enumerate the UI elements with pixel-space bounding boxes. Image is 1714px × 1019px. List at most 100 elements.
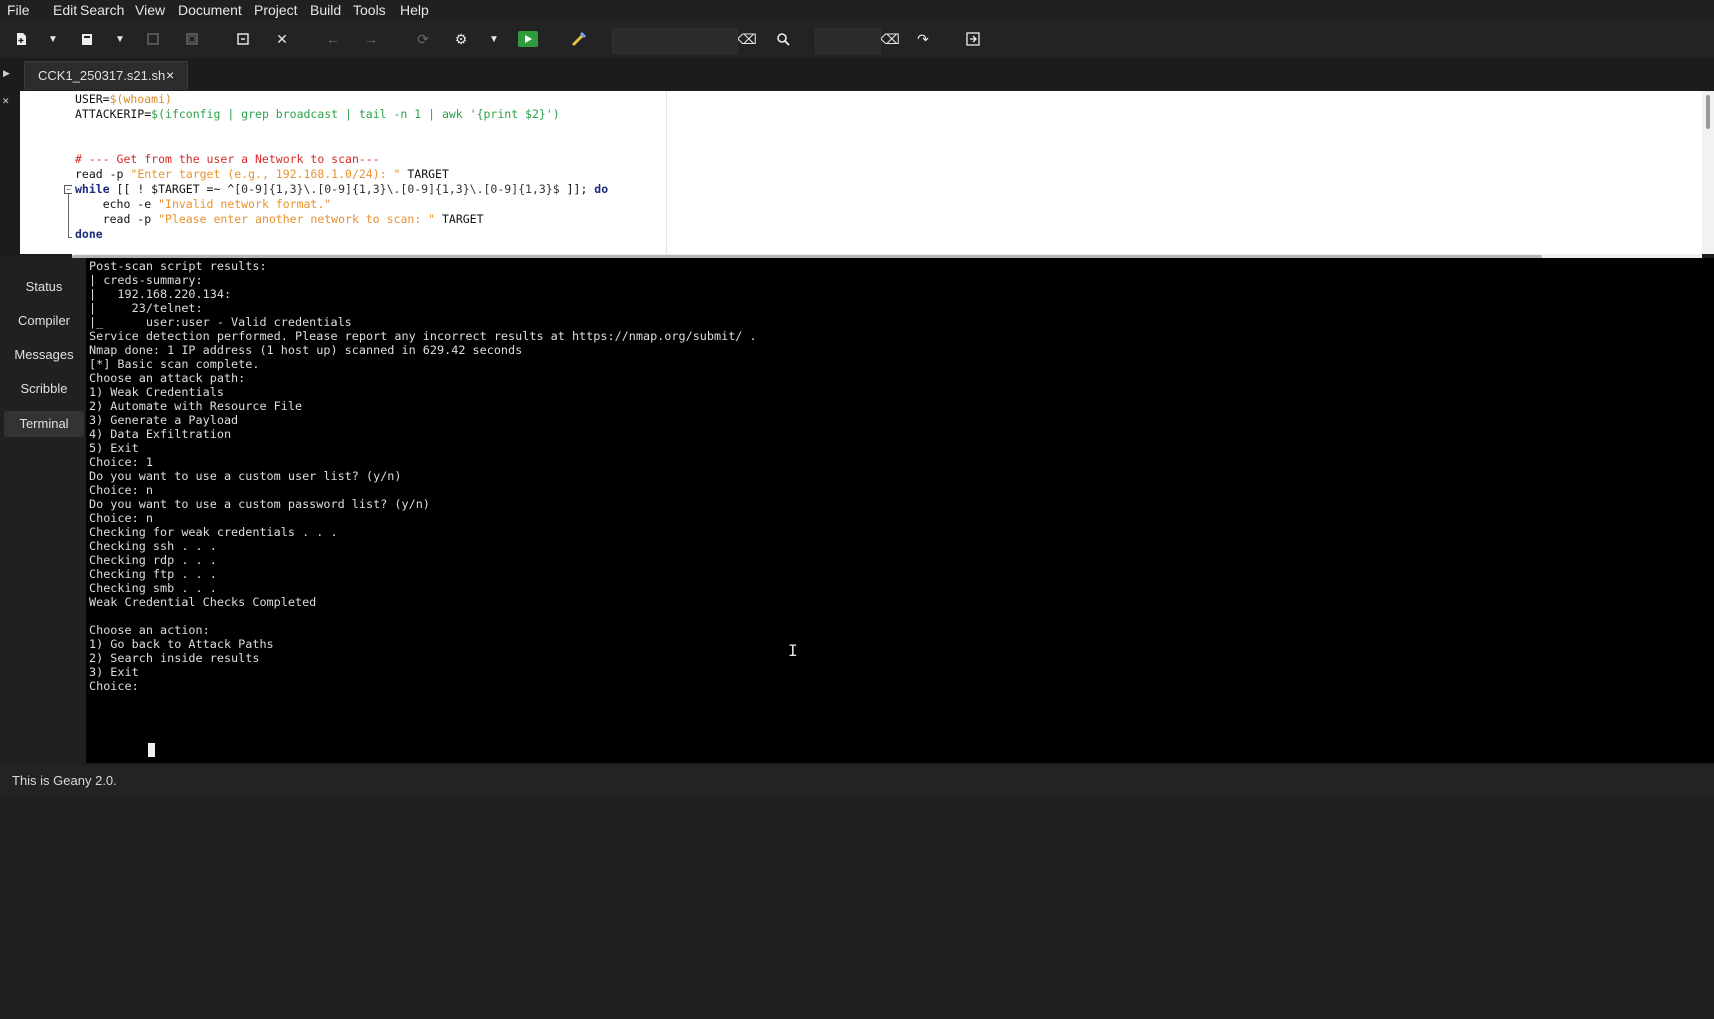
menu-edit[interactable]: Edit	[53, 2, 77, 18]
code-token: [0-9]{1,3}\.[0-9]{1,3}\.[0-9]{1,3}\.[0-9…	[234, 182, 560, 196]
terminal-line: Choose an attack path:	[89, 371, 246, 385]
chevron-down-icon[interactable]: ▼	[487, 28, 501, 50]
message-window-tabs: Status Compiler Messages Scribble Termin…	[0, 258, 86, 763]
terminal-line: 5) Exit	[89, 441, 139, 455]
menu-help[interactable]: Help	[400, 2, 429, 18]
gear-icon[interactable]: ⚙	[450, 28, 472, 50]
terminal-line: Choice: 1	[89, 455, 153, 469]
code-token: ATTACKERIP=	[75, 107, 152, 121]
tab-compiler[interactable]: Compiler	[4, 308, 84, 334]
close-icon[interactable]: ✕	[271, 28, 293, 50]
terminal-line: Service detection performed. Please repo…	[89, 329, 757, 343]
editor-vertical-scrollbar[interactable]	[1702, 91, 1714, 254]
menu-file[interactable]: File	[7, 2, 30, 18]
code-token: read -p	[75, 167, 131, 181]
terminal-line: | 23/telnet:	[89, 301, 203, 315]
menu-view[interactable]: View	[135, 2, 165, 18]
code-line: echo -e "Invalid network format."	[75, 197, 332, 211]
terminal-line: |_ user:user - Valid credentials	[89, 315, 352, 329]
tab-terminal[interactable]: Terminal	[4, 411, 84, 437]
arrow-right-icon[interactable]: →	[360, 28, 382, 50]
code-token: USER=	[75, 92, 110, 106]
terminal-line: Checking rdp . . .	[89, 553, 217, 567]
long-line-marker	[666, 91, 667, 254]
open-file-icon[interactable]	[76, 28, 98, 50]
goto-line-input[interactable]	[815, 28, 881, 54]
menu-search[interactable]: Search	[80, 2, 124, 18]
clear-search-icon[interactable]: ⌫	[736, 28, 758, 50]
tab-status[interactable]: Status	[4, 274, 84, 300]
terminal-line: Choice:	[89, 679, 146, 693]
chevron-down-icon[interactable]: ▼	[46, 28, 60, 50]
menu-document[interactable]: Document	[178, 2, 242, 18]
terminal-line: | creds-summary:	[89, 273, 203, 287]
scrollbar-thumb[interactable]	[1706, 95, 1710, 129]
terminal-line: Choose an action:	[89, 623, 210, 637]
jump-to-line-icon[interactable]: ↷	[912, 28, 934, 50]
menu-tools[interactable]: Tools	[353, 2, 386, 18]
terminal-line: 1) Go back to Attack Paths	[89, 637, 274, 651]
arrow-left-icon[interactable]: ←	[322, 28, 344, 50]
menu-project[interactable]: Project	[254, 2, 298, 18]
code-token: $(whoami)	[109, 92, 172, 106]
tab-cck1-script[interactable]: CCK1_250317.s21.sh ×	[24, 61, 188, 90]
terminal-cursor	[148, 743, 155, 757]
terminal-line: 4) Data Exfiltration	[89, 427, 232, 441]
menu-bar: File Edit Search View Document Project B…	[0, 0, 1714, 20]
tab-messages[interactable]: Messages	[4, 342, 84, 368]
search-icon[interactable]	[772, 28, 794, 50]
code-token: done	[75, 227, 103, 241]
code-editor[interactable]: ✕ 6 7 8 9 10 11 12 13 14 15 16 − USER=$(…	[0, 91, 1714, 260]
terminal-line: 2) Automate with Resource File	[89, 399, 303, 413]
menu-build[interactable]: Build	[310, 2, 341, 18]
code-token: $(ifconfig | grep broadcast | tail -n 1 …	[151, 107, 560, 121]
tab-label: CCK1_250317.s21.sh	[38, 68, 166, 83]
terminal-line: Weak Credential Checks Completed	[89, 595, 317, 609]
tab-scribble[interactable]: Scribble	[4, 376, 84, 402]
search-input[interactable]	[612, 28, 738, 54]
code-token: do	[594, 182, 609, 196]
quit-icon[interactable]	[962, 28, 984, 50]
terminal-line: Do you want to use a custom user list? (…	[89, 469, 402, 483]
save-icon[interactable]	[142, 28, 164, 50]
status-text: This is Geany 2.0.	[12, 773, 117, 788]
save-all-icon[interactable]	[181, 28, 203, 50]
terminal-line: Nmap done: 1 IP address (1 host up) scan…	[89, 343, 523, 357]
code-token: # --- Get from the user a Network to sca…	[75, 152, 380, 166]
revert-icon[interactable]	[232, 28, 254, 50]
text-cursor-icon: I	[788, 641, 798, 660]
terminal-line: 2) Search inside results	[89, 651, 260, 665]
code-line: done	[75, 227, 103, 241]
terminal-line: Post-scan script results:	[89, 259, 267, 273]
terminal-line: 1) Weak Credentials	[89, 385, 224, 399]
code-line: read -p "Please enter another network to…	[75, 212, 484, 226]
terminal-line: [*] Basic scan complete.	[89, 357, 260, 371]
play-icon[interactable]	[517, 28, 539, 50]
code-line: ATTACKERIP=$(ifconfig | grep broadcast |…	[75, 107, 560, 121]
code-token: read -p	[75, 212, 159, 226]
refresh-icon[interactable]: ⟳	[412, 28, 434, 50]
terminal-line: 3) Exit	[89, 665, 139, 679]
code-area[interactable]: USER=$(whoami) ATTACKERIP=$(ifconfig | g…	[72, 91, 1702, 254]
terminal-line: Choice: n	[89, 483, 153, 497]
code-token: echo -e	[75, 197, 159, 211]
chevron-down-icon[interactable]: ▼	[113, 28, 127, 50]
code-token: ]];	[559, 182, 595, 196]
terminal-panel[interactable]: Post-scan script results: | creds-summary…	[86, 258, 1714, 763]
terminal-line: Do you want to use a custom password lis…	[89, 497, 430, 511]
code-token: [[ ! $TARGET =~ ^	[109, 182, 235, 196]
code-token: while	[75, 182, 110, 196]
sidebar-toggle-icon[interactable]: ▶	[3, 68, 10, 79]
status-bar: This is Geany 2.0.	[0, 765, 1714, 796]
fold-margin: −	[52, 91, 73, 254]
tab-close-icon[interactable]: ×	[166, 67, 174, 83]
code-line: while [[ ! $TARGET =~ ^[0-9]{1,3}\.[0-9]…	[75, 182, 608, 196]
color-picker-icon[interactable]	[568, 28, 590, 50]
terminal-line: Checking ftp . . .	[89, 567, 217, 581]
clear-goto-icon[interactable]: ⌫	[879, 28, 901, 50]
new-file-icon[interactable]	[10, 28, 32, 50]
code-token: TARGET	[435, 212, 484, 226]
document-tabbar: ▶ CCK1_250317.s21.sh ×	[0, 58, 1714, 91]
code-line: USER=$(whoami)	[75, 92, 172, 106]
code-token: "Invalid network format."	[158, 197, 332, 211]
